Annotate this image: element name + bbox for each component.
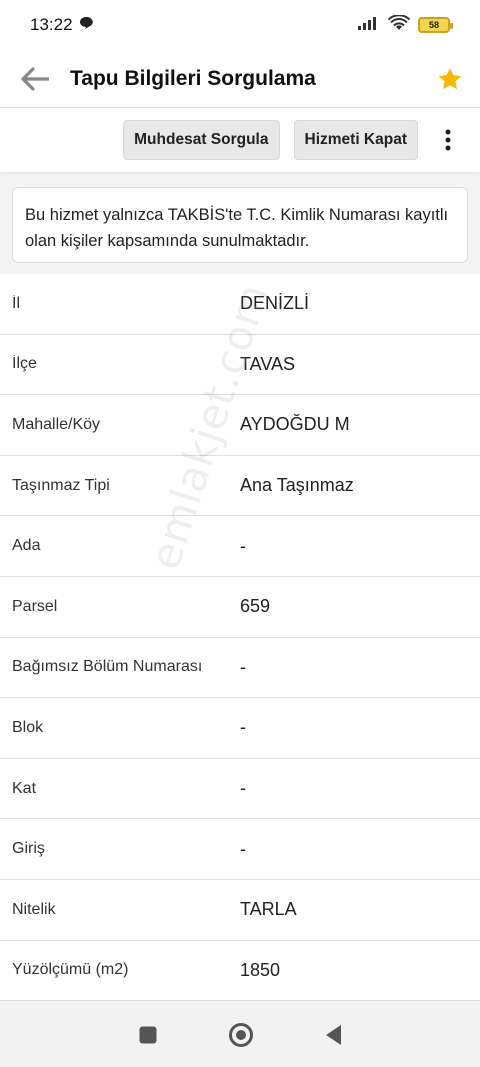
app-bar: Tapu Bilgileri Sorgulama: [0, 50, 480, 108]
system-nav-bar: [0, 1008, 480, 1067]
info-label: Yüzölçümü (m2): [12, 961, 129, 979]
info-label: Ada: [12, 537, 41, 555]
info-label: Kat: [12, 779, 37, 797]
status-time: 13:22: [30, 15, 73, 34]
back-arrow-icon: [21, 66, 49, 91]
message-icon: [79, 15, 93, 35]
more-options-button[interactable]: [436, 120, 460, 160]
info-row-blok: Blok -: [0, 698, 480, 759]
info-notice: Bu hizmet yalnızca TAKBİS'te T.C. Kimlik…: [12, 187, 468, 263]
info-label: Giriş: [12, 840, 45, 858]
more-vertical-icon: [445, 129, 451, 151]
info-value: -: [240, 778, 246, 799]
battery-icon: 58: [418, 17, 453, 33]
info-value: -: [240, 717, 246, 738]
back-button[interactable]: [0, 50, 70, 108]
triangle-back-icon: [326, 1025, 341, 1045]
status-right: 58: [358, 13, 453, 36]
info-value: 659: [240, 596, 271, 617]
info-label: İl: [12, 294, 20, 312]
info-row-nitelik: Nitelik TARLA: [0, 880, 480, 941]
info-value: Ana Taşınmaz: [240, 475, 354, 496]
info-label: Bağımsız Bölüm Numarası: [12, 658, 203, 676]
info-label: İlçe: [12, 355, 37, 373]
info-row-il: İl DENİZLİ: [0, 274, 480, 335]
favorite-button[interactable]: [420, 50, 480, 108]
info-row-tasinmaz-tipi: Taşınmaz Tipi Ana Taşınmaz: [0, 456, 480, 517]
info-label: Parsel: [12, 597, 58, 615]
muhdesat-sorgula-button[interactable]: Muhdesat Sorgula: [123, 120, 280, 160]
system-back-button[interactable]: [324, 1024, 342, 1051]
info-row-ada: Ada -: [0, 516, 480, 577]
property-info-list: İl DENİZLİ İlçe TAVAS Mahalle/Köy AYDOĞD…: [0, 274, 480, 1002]
info-label: Blok: [12, 718, 44, 736]
home-circle-icon: [229, 1023, 253, 1047]
info-value: AYDOĞDU M: [240, 414, 350, 435]
close-service-button[interactable]: Hizmeti Kapat: [293, 120, 418, 160]
info-row-yuzolcumu: Yüzölçümü (m2) 1850: [0, 941, 480, 1002]
info-value: 1850: [240, 959, 281, 980]
signal-icon: [358, 16, 380, 35]
info-value: -: [240, 535, 246, 556]
info-row-parsel: Parsel 659: [0, 577, 480, 638]
info-value: TAVAS: [240, 353, 296, 374]
battery-level: 58: [428, 20, 439, 30]
info-row-mahalle: Mahalle/Köy AYDOĞDU M: [0, 395, 480, 456]
info-label: Taşınmaz Tipi: [12, 476, 110, 494]
info-value: -: [240, 656, 246, 677]
info-label: Nitelik: [12, 900, 56, 918]
info-value: DENİZLİ: [240, 293, 310, 314]
info-row-ilce: İlçe TAVAS: [0, 335, 480, 396]
page-title: Tapu Bilgileri Sorgulama: [70, 66, 316, 90]
wifi-icon: [387, 13, 411, 36]
info-row-bagimsiz-bolum: Bağımsız Bölüm Numarası -: [0, 638, 480, 699]
home-button[interactable]: [228, 1022, 254, 1053]
info-label: Mahalle/Köy: [12, 415, 101, 433]
status-bar: 13:22 58: [0, 0, 480, 50]
info-value: -: [240, 838, 246, 859]
info-row-giris: Giriş -: [0, 819, 480, 880]
info-row-kat: Kat -: [0, 759, 480, 820]
square-icon: [139, 1026, 157, 1044]
status-left: 13:22: [30, 15, 93, 35]
action-toolbar: Muhdesat Sorgula Hizmeti Kapat: [0, 108, 480, 172]
info-value: TARLA: [240, 899, 297, 920]
star-icon: [438, 67, 462, 89]
recents-button[interactable]: [138, 1025, 158, 1050]
